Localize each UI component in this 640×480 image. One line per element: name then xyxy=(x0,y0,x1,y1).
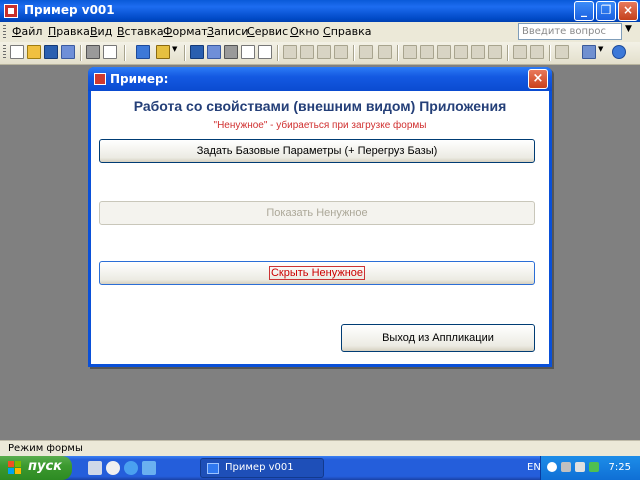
internet-explorer-icon[interactable] xyxy=(124,461,138,475)
delete-record-icon[interactable] xyxy=(530,45,544,59)
chevron-down-icon[interactable]: ▼ xyxy=(598,45,606,59)
sort-ascending-icon[interactable] xyxy=(403,45,417,59)
windows-logo-icon xyxy=(8,461,21,474)
show-unneeded-button[interactable]: Показать Ненужное xyxy=(99,201,535,225)
menu-window[interactable]: Окно xyxy=(290,25,319,38)
print-preview-icon[interactable] xyxy=(241,45,255,59)
outlook-express-icon[interactable] xyxy=(142,461,156,475)
dialog-title-bar[interactable]: Пример: × xyxy=(88,67,552,91)
paste-icon[interactable] xyxy=(317,45,331,59)
toolbar-options-icon[interactable] xyxy=(136,45,150,59)
chevron-left-icon[interactable] xyxy=(547,462,557,472)
toolbar-separator xyxy=(549,45,551,61)
clock[interactable]: 7:25 xyxy=(609,462,631,473)
network-icon[interactable] xyxy=(561,462,571,472)
chevron-down-icon[interactable]: ▼ xyxy=(172,45,180,59)
menu-tools[interactable]: Сервис xyxy=(247,25,288,38)
hyperlink-icon[interactable] xyxy=(378,45,392,59)
new-icon[interactable] xyxy=(10,45,24,59)
toolbar-separator xyxy=(277,45,279,61)
toolbar-separator xyxy=(353,45,355,61)
toolbar-grip[interactable] xyxy=(3,45,6,59)
save-icon[interactable] xyxy=(190,45,204,59)
dialog-close-button[interactable]: × xyxy=(528,69,548,89)
new-record-icon[interactable] xyxy=(513,45,527,59)
save-icon[interactable] xyxy=(44,45,58,59)
print-preview-icon[interactable] xyxy=(103,45,117,59)
search-icon[interactable] xyxy=(207,45,221,59)
security-icon[interactable] xyxy=(589,462,599,472)
set-base-params-button[interactable]: Задать Базовые Параметры (+ Перегруз Баз… xyxy=(99,139,535,163)
open-icon[interactable] xyxy=(27,45,41,59)
language-indicator[interactable]: EN xyxy=(527,462,541,473)
format-painter-icon[interactable] xyxy=(334,45,348,59)
form-icon xyxy=(207,463,219,474)
toolbar-separator xyxy=(507,45,509,61)
toolbar-separator xyxy=(124,45,126,61)
window-title-bar[interactable]: Пример v001 _ ❐ × xyxy=(0,0,640,22)
taskbar-app-button[interactable]: Пример v001 xyxy=(200,458,324,478)
dialog-body: Работа со свойствами (внешним видом) При… xyxy=(91,91,549,364)
view-icon[interactable] xyxy=(156,45,170,59)
form-icon xyxy=(94,73,106,85)
print-icon[interactable] xyxy=(224,45,238,59)
form-subheading: "Ненужное" - убираеться при загрузке фор… xyxy=(213,120,427,131)
help-icon[interactable] xyxy=(612,45,626,59)
hide-unneeded-label: Скрыть Ненужное xyxy=(268,266,366,280)
taskbar: пуск Пример v001 EN 7:25 xyxy=(0,456,640,480)
form-dialog: Пример: × Работа со свойствами (внешним … xyxy=(88,67,552,367)
cut-icon[interactable] xyxy=(283,45,297,59)
print-icon[interactable] xyxy=(86,45,100,59)
database-window-icon[interactable] xyxy=(555,45,569,59)
close-button[interactable]: × xyxy=(618,1,638,21)
menu-edit[interactable]: Правка xyxy=(48,25,90,38)
menu-format[interactable]: Формат xyxy=(163,25,208,38)
restore-button[interactable]: ❐ xyxy=(596,1,616,21)
start-button[interactable]: пуск xyxy=(0,456,72,480)
app-icon[interactable] xyxy=(4,4,18,18)
toolbar-separator xyxy=(184,45,186,61)
exit-application-button[interactable]: Выход из Аппликации xyxy=(341,324,535,352)
help-search-input[interactable]: Введите вопрос xyxy=(518,23,622,40)
undo-icon[interactable] xyxy=(359,45,373,59)
menu-grip[interactable] xyxy=(3,25,6,39)
form-heading: Работа со свойствами (внешним видом) При… xyxy=(133,98,507,114)
apply-filter-icon[interactable] xyxy=(471,45,485,59)
dialog-title: Пример: xyxy=(110,72,169,86)
new-object-icon[interactable] xyxy=(582,45,596,59)
toolbar: ▼ ▼ xyxy=(0,42,640,65)
copy-icon[interactable] xyxy=(300,45,314,59)
minimize-button[interactable]: _ xyxy=(574,1,594,21)
menu-help[interactable]: Справка xyxy=(323,25,371,38)
filter-by-selection-icon[interactable] xyxy=(437,45,451,59)
search-icon[interactable] xyxy=(61,45,75,59)
find-icon[interactable] xyxy=(488,45,502,59)
spelling-icon[interactable] xyxy=(258,45,272,59)
toolbar-separator xyxy=(80,45,82,61)
help-dropdown-icon[interactable]: ▼ xyxy=(625,24,637,39)
status-text: Режим формы xyxy=(8,443,83,454)
hide-unneeded-button[interactable]: Скрыть Ненужное xyxy=(99,261,535,285)
media-player-icon[interactable] xyxy=(106,461,120,475)
system-tray: EN 7:25 xyxy=(527,456,640,480)
start-label: пуск xyxy=(28,459,62,474)
volume-icon[interactable] xyxy=(575,462,585,472)
toolbar-separator xyxy=(397,45,399,61)
window-title: Пример v001 xyxy=(24,3,115,17)
status-bar: Режим формы xyxy=(0,440,640,457)
menu-view[interactable]: Вид xyxy=(90,25,112,38)
show-desktop-icon[interactable] xyxy=(88,461,102,475)
sort-descending-icon[interactable] xyxy=(420,45,434,59)
menu-insert[interactable]: Вставка xyxy=(117,25,164,38)
filter-by-form-icon[interactable] xyxy=(454,45,468,59)
taskbar-app-label: Пример v001 xyxy=(225,462,294,473)
menu-file[interactable]: Файл xyxy=(12,25,42,38)
menu-records[interactable]: Записи xyxy=(207,25,248,38)
